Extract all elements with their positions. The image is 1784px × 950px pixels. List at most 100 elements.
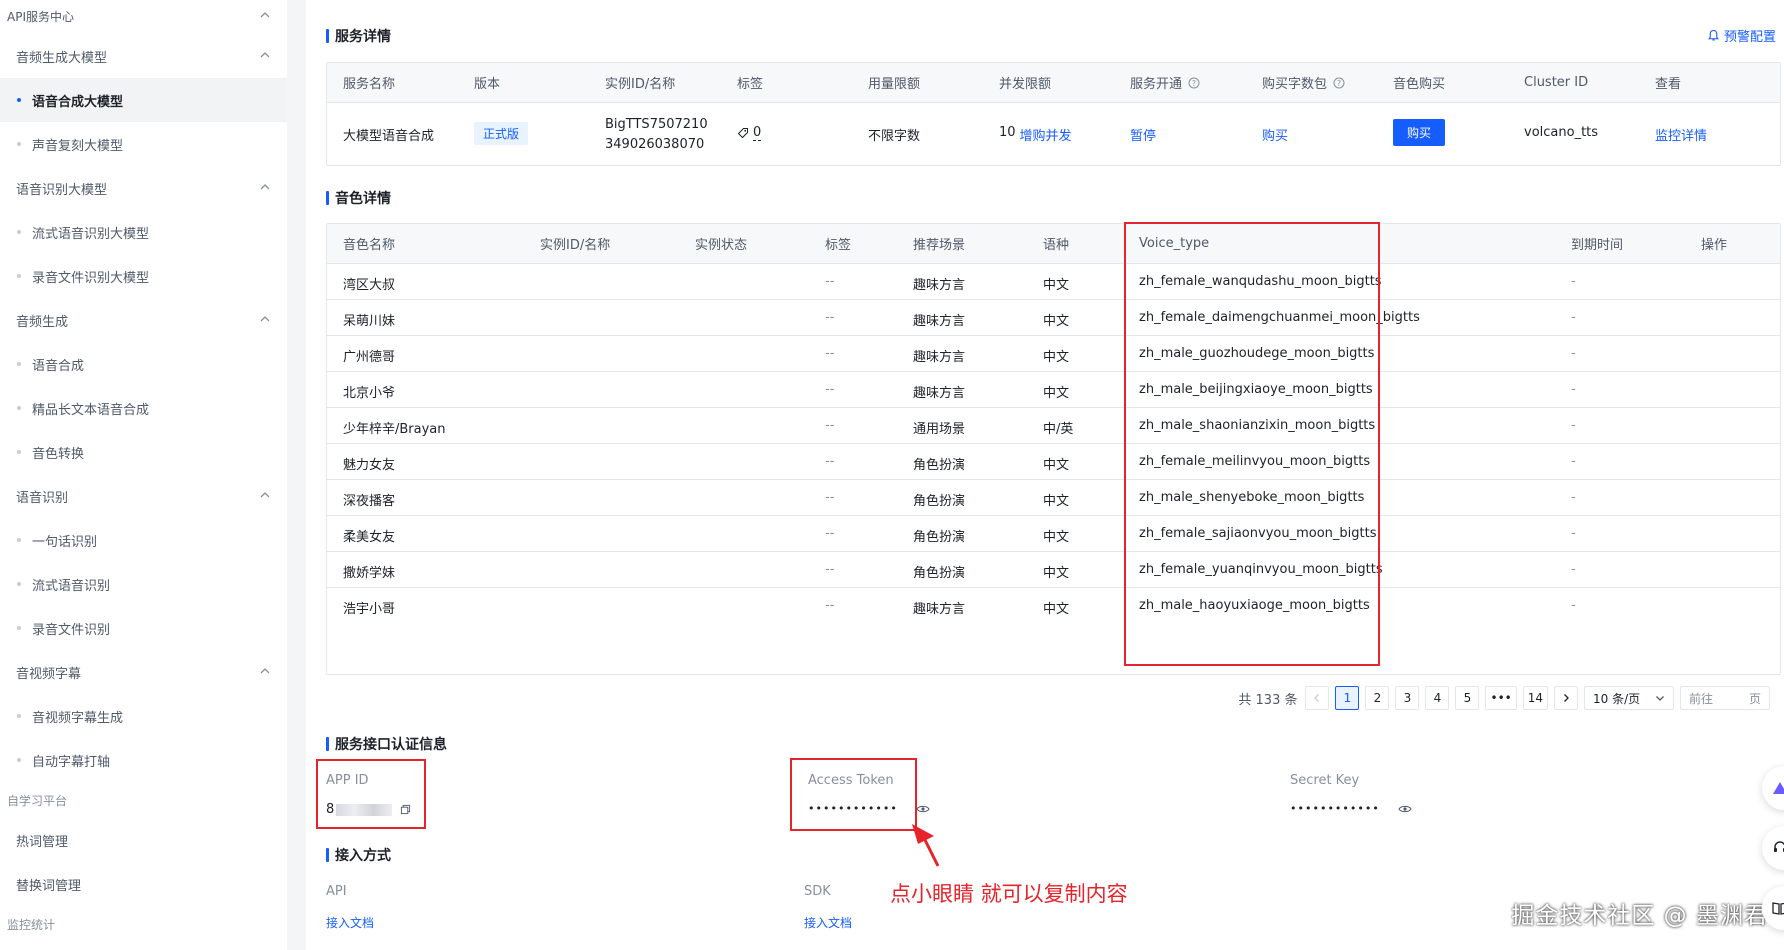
sidebar-item-streaming-asr[interactable]: 流式语音识别	[0, 562, 287, 606]
sidebar-item-tts-llm[interactable]: 语音合成大模型	[0, 78, 287, 122]
eye-icon[interactable]	[1398, 804, 1412, 814]
goto-page-input[interactable]: 前往 页	[1680, 686, 1770, 710]
page-button-2[interactable]: 2	[1365, 686, 1390, 710]
sidebar-section-av-subtitle[interactable]: 音视频字幕	[0, 650, 287, 694]
service-details-title: 服务详情	[326, 26, 391, 46]
question-circle-icon[interactable]: ?	[1333, 77, 1345, 89]
sidebar-item-long-text-tts[interactable]: 精品长文本语音合成	[0, 386, 287, 430]
col-header: 用量限额	[868, 77, 921, 92]
voice-name: 广州德哥	[343, 350, 396, 365]
page-button-3[interactable]: 3	[1395, 686, 1420, 710]
voice-tag: --	[825, 310, 835, 325]
support-float-button[interactable]	[1762, 826, 1784, 870]
next-page-button[interactable]	[1554, 686, 1578, 710]
sidebar-item-file-asr[interactable]: 录音文件识别	[0, 606, 287, 650]
sidebar-section-audio-gen-llm[interactable]: 音频生成大模型	[0, 34, 287, 78]
buy-voice-button[interactable]: 购买	[1393, 119, 1446, 146]
sidebar-item-voice-conversion[interactable]: 音色转换	[0, 430, 287, 474]
pause-service-link[interactable]: 暂停	[1130, 125, 1156, 144]
voice-language: 中文	[1043, 386, 1070, 401]
sidebar-item-subtitle-align[interactable]: 自动字幕打轴	[0, 738, 287, 782]
bullet-dot	[17, 758, 21, 762]
col-header: 实例状态	[695, 238, 748, 253]
instance-id-line: BigTTS7507210	[605, 117, 708, 132]
sidebar-item-label: 声音复刻大模型	[32, 138, 124, 154]
alert-config-label: 预警配置	[1723, 30, 1776, 45]
instance-id: BigTTS7507210 349026038070	[605, 115, 708, 155]
voice-tag: --	[825, 418, 835, 433]
prev-page-button[interactable]	[1305, 686, 1330, 710]
voice-language: 中/英	[1043, 422, 1074, 437]
voice-scene: 趣味方言	[913, 314, 966, 329]
service-row: 大模型语音合成 正式版 BigTTS7507210 349026038070 0…	[327, 103, 1780, 165]
page-button-4[interactable]: 4	[1425, 686, 1450, 710]
voice-tag: --	[825, 274, 835, 289]
monitor-details-link[interactable]: 监控详情	[1655, 125, 1707, 144]
api-docs-link[interactable]: 接入文档	[326, 914, 374, 931]
voice-scene: 趣味方言	[913, 602, 966, 617]
sidebar-group-self-learning: 自学习平台	[0, 778, 287, 822]
voice-row: 魅力女友 -- 角色扮演 中文 zh_female_meilinvyou_moon_bi…	[327, 444, 1780, 480]
page-size-select[interactable]: 10 条/页	[1584, 686, 1674, 710]
voice-row: 湾区大叔 -- 趣味方言 中文 zh_female_wanqudashu_moon_bi…	[327, 264, 1780, 300]
voice-name: 魅力女友	[343, 458, 396, 473]
sidebar-section-asr[interactable]: 语音识别	[0, 474, 287, 518]
voice-name: 撒娇学妹	[343, 566, 396, 581]
col-header: 服务开通 ?	[1130, 73, 1200, 92]
sidebar-section-asr-llm[interactable]: 语音识别大模型	[0, 166, 287, 210]
sidebar-item-file-asr-llm[interactable]: 录音文件识别大模型	[0, 254, 287, 298]
voice-name: 深夜播客	[343, 494, 396, 509]
main-content: 服务详情 预警配置 服务名称 版本 实例ID/名称 标签 用量限额 并发限额 服…	[306, 0, 1784, 950]
sidebar-group-api-center[interactable]: API服务中心	[0, 0, 287, 38]
alert-config-link[interactable]: 预警配置	[1707, 26, 1776, 45]
assistant-float-button[interactable]	[1762, 766, 1784, 810]
sidebar-section-audio-gen[interactable]: 音频生成	[0, 298, 287, 342]
sidebar-section-label: 语音识别大模型	[16, 182, 108, 198]
api-label: API	[326, 884, 347, 899]
active-dot	[17, 98, 21, 102]
sdk-docs-link[interactable]: 接入文档	[804, 914, 852, 931]
sidebar-item-label: 录音文件识别大模型	[32, 270, 150, 286]
page-button-5[interactable]: 5	[1455, 686, 1480, 710]
voice-tag: --	[825, 382, 835, 397]
highlight-box-access-token	[790, 758, 917, 831]
cluster-id: volcano_tts	[1524, 125, 1599, 140]
col-header: 操作	[1701, 238, 1728, 253]
sidebar-item-label: 录音文件识别	[32, 622, 111, 638]
page-button-1[interactable]: 1	[1335, 686, 1360, 710]
voice-tag: --	[825, 562, 835, 577]
sidebar-item-voice-clone-llm[interactable]: 声音复刻大模型	[0, 122, 287, 166]
sidebar-item-label: 流式语音识别	[32, 578, 111, 594]
sidebar-item-sentence-asr[interactable]: 一句话识别	[0, 518, 287, 562]
service-table: 服务名称 版本 实例ID/名称 标签 用量限额 并发限额 服务开通 ? 购买字数…	[326, 62, 1781, 166]
col-header: 推荐场景	[913, 238, 966, 253]
sidebar-item-label: 语音合成	[32, 358, 85, 374]
page-button-14[interactable]: 14	[1522, 686, 1548, 710]
sidebar-item-label: 音视频字幕生成	[32, 710, 124, 726]
sidebar-section-label: 语音识别	[16, 490, 69, 506]
svg-text:?: ?	[1337, 79, 1341, 88]
sidebar-group-label: API服务中心	[7, 9, 74, 24]
sidebar-item-replace-words[interactable]: 替换词管理	[0, 862, 287, 906]
voice-tag: --	[825, 598, 835, 613]
page-ellipsis[interactable]: •••	[1485, 686, 1517, 710]
col-header: 标签	[825, 238, 852, 253]
chevron-down-icon	[1656, 696, 1664, 701]
sidebar: API服务中心 音频生成大模型 语音合成大模型 声音复刻大模型 语音识别大模型 …	[0, 0, 287, 950]
question-circle-icon[interactable]: ?	[1188, 77, 1200, 89]
tag-cell[interactable]: 0	[737, 125, 762, 141]
sidebar-item-subtitle-gen[interactable]: 音视频字幕生成	[0, 694, 287, 738]
secret-key-label: Secret Key	[1290, 773, 1360, 788]
eye-icon[interactable]	[916, 804, 930, 814]
voice-language: 中文	[1043, 278, 1070, 293]
col-header: 购买字数包 ?	[1262, 73, 1345, 92]
voice-row: 北京小爷 -- 趣味方言 中文 zh_male_beijingxiaoye_moon_b…	[327, 372, 1780, 408]
sidebar-item-hotwords[interactable]: 热词管理	[0, 818, 287, 862]
bell-icon	[1707, 29, 1720, 41]
annotation-text: 点小眼睛 就可以复制内容	[890, 882, 1128, 906]
buy-concurrency-link[interactable]: 增购并发	[1020, 125, 1072, 144]
sidebar-item-streaming-asr-llm[interactable]: 流式语音识别大模型	[0, 210, 287, 254]
highlight-box-app-id	[316, 759, 426, 829]
buy-pack-link[interactable]: 购买	[1262, 125, 1288, 144]
sidebar-item-tts[interactable]: 语音合成	[0, 342, 287, 386]
